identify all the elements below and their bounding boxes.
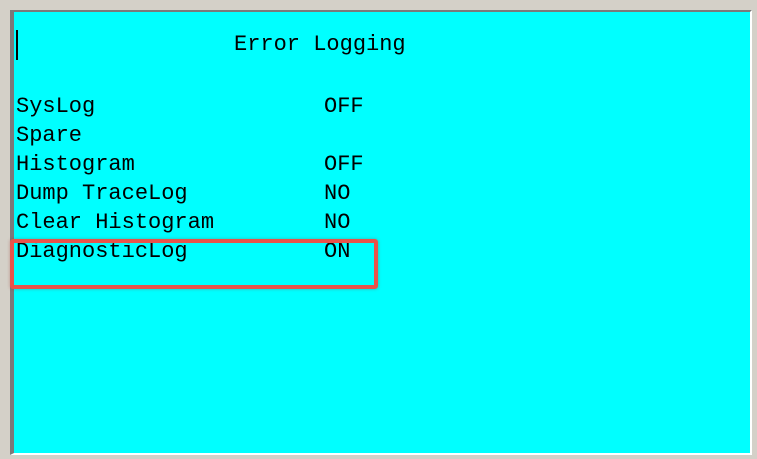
- menu-item-label: SysLog: [16, 94, 96, 119]
- text-cursor: [16, 30, 18, 60]
- menu-item-label: Spare: [16, 123, 83, 148]
- menu-item-syslog[interactable]: SysLog OFF: [16, 92, 616, 121]
- highlight-box: [10, 239, 378, 289]
- menu-item-value[interactable]: OFF: [324, 150, 364, 179]
- menu-item-value[interactable]: NO: [324, 179, 350, 208]
- terminal-screen: Error Logging SysLog OFF Spare Histogram…: [10, 10, 752, 455]
- menu-item-spare[interactable]: Spare: [16, 121, 616, 150]
- menu-item-clear-histogram[interactable]: Clear Histogram NO: [16, 208, 616, 237]
- menu-item-label: Histogram: [16, 152, 135, 177]
- menu-item-label: Clear Histogram: [16, 210, 215, 235]
- page-title: Error Logging: [234, 32, 406, 57]
- menu-item-label: Dump TraceLog: [16, 181, 188, 206]
- menu-item-dump-tracelog[interactable]: Dump TraceLog NO: [16, 179, 616, 208]
- menu-item-histogram[interactable]: Histogram OFF: [16, 150, 616, 179]
- menu-item-value[interactable]: NO: [324, 208, 350, 237]
- menu-item-value[interactable]: OFF: [324, 92, 364, 121]
